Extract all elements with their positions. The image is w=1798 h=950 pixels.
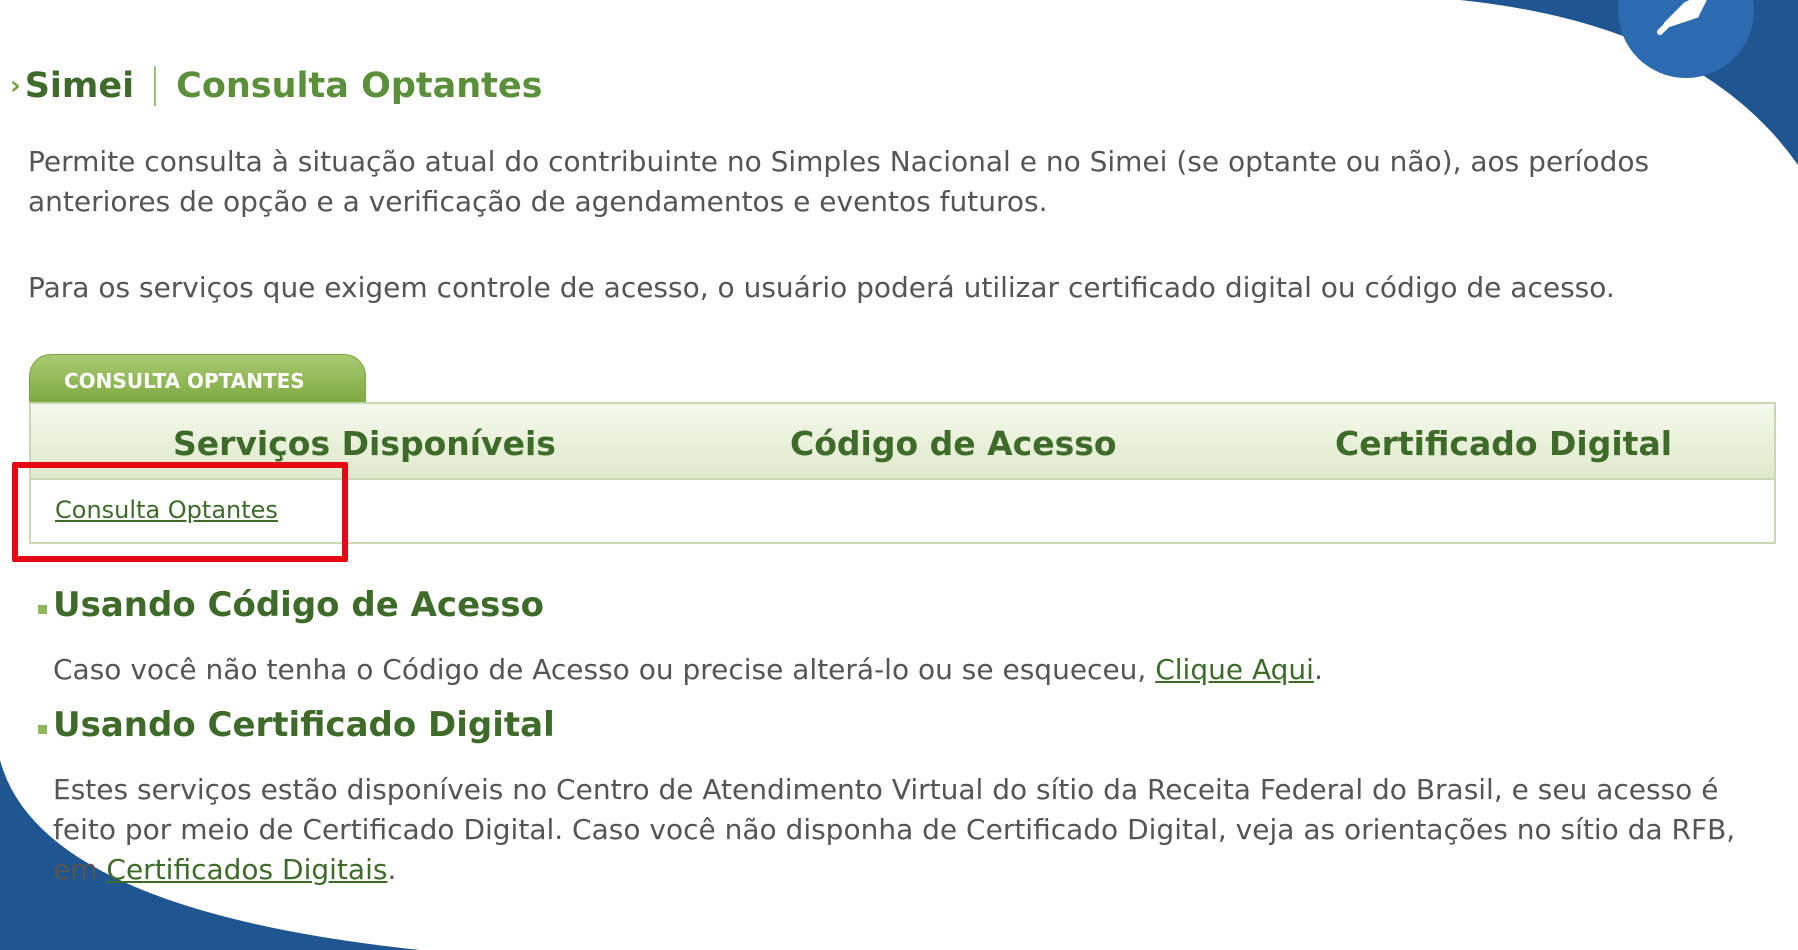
breadcrumb-divider [154, 66, 157, 106]
section-title-text: Usando Certificado Digital [53, 705, 555, 745]
access-code-text: Caso você não tenha o Código de Acesso o… [53, 653, 1156, 686]
certificate-paragraph: Estes serviços estão disponíveis no Cent… [53, 770, 1773, 890]
chevron-right-icon: › [10, 71, 21, 101]
highlight-box [12, 462, 348, 562]
tab-consulta-optantes[interactable]: CONSULTA OPTANTES [29, 354, 366, 405]
col-header-access-code: Código de Acesso [790, 424, 1117, 463]
certificados-digitais-link[interactable]: Certificados Digitais [106, 853, 387, 886]
square-bullet-icon [38, 724, 47, 734]
section-title-text: Usando Código de Acesso [53, 585, 544, 625]
page-title: Consulta Optantes [176, 66, 543, 106]
section-title-digital-certificate: Usando Certificado Digital [38, 705, 555, 745]
access-paragraph: Para os serviços que exigem controle de … [28, 271, 1615, 304]
breadcrumb-section[interactable]: Simei [25, 66, 134, 106]
square-bullet-icon [38, 604, 47, 614]
col-header-digital-certificate: Certificado Digital [1335, 424, 1673, 463]
access-code-end: . [1313, 653, 1323, 686]
certificate-end: . [387, 853, 397, 886]
breadcrumb: › Simei Consulta Optantes [10, 66, 542, 106]
col-header-services: Serviços Disponíveis [173, 424, 556, 463]
clique-aqui-link[interactable]: Clique Aqui [1155, 653, 1314, 686]
section-title-access-code: Usando Código de Acesso [38, 585, 544, 625]
tab-label: CONSULTA OPTANTES [64, 369, 305, 393]
intro-paragraph: Permite consulta à situação atual do con… [28, 145, 1650, 218]
access-code-paragraph: Caso você não tenha o Código de Acesso o… [53, 650, 1773, 690]
